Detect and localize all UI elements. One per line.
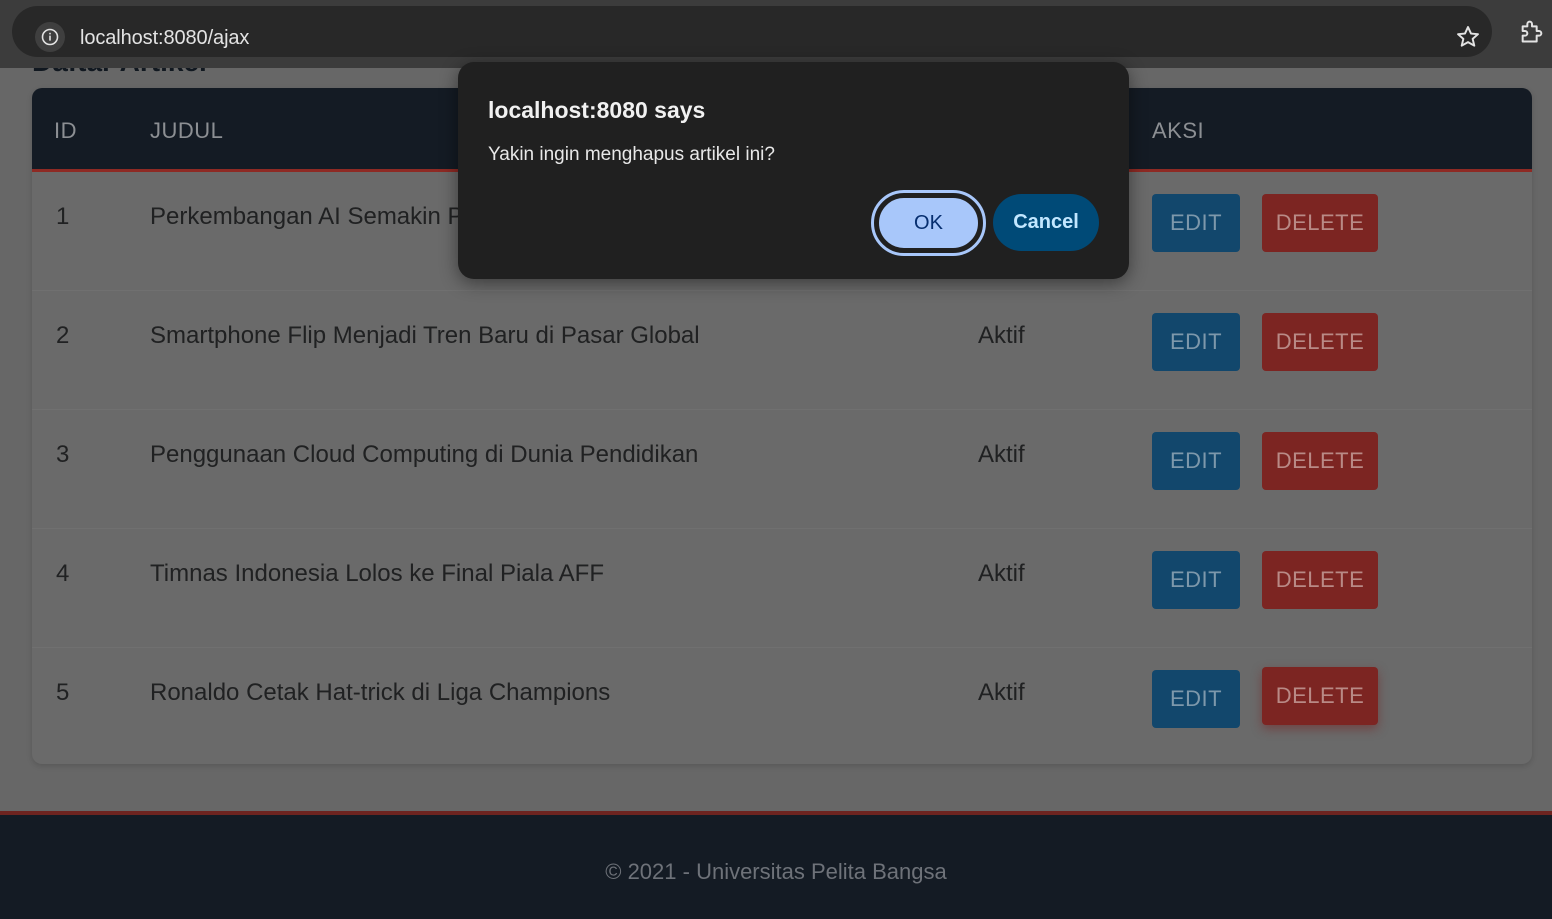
- dialog-message: Yakin ingin menghapus artikel ini?: [488, 144, 775, 165]
- browser-toolbar: localhost:8080/ajax: [0, 0, 1552, 68]
- edit-button[interactable]: EDIT: [1152, 313, 1240, 371]
- page-title: Daftar Artikel: [32, 68, 207, 78]
- ok-button[interactable]: OK: [871, 190, 986, 256]
- delete-button[interactable]: DELETE: [1262, 432, 1378, 490]
- table-row: 5 Ronaldo Cetak Hat-trick di Liga Champi…: [32, 648, 1532, 764]
- cancel-button[interactable]: Cancel: [993, 194, 1099, 251]
- edit-button[interactable]: EDIT: [1152, 551, 1240, 609]
- edit-button[interactable]: EDIT: [1152, 670, 1240, 728]
- extension-icon[interactable]: [1518, 17, 1546, 45]
- cell-judul: Smartphone Flip Menjadi Tren Baru di Pas…: [150, 322, 700, 349]
- confirm-dialog: localhost:8080 says Yakin ingin menghapu…: [458, 62, 1129, 279]
- header-judul: JUDUL: [150, 118, 224, 143]
- cell-id: 1: [56, 203, 70, 230]
- edit-button[interactable]: EDIT: [1152, 432, 1240, 490]
- url-text[interactable]: localhost:8080/ajax: [80, 25, 249, 51]
- address-bar[interactable]: localhost:8080/ajax: [12, 6, 1492, 57]
- footer-text: © 2021 - Universitas Pelita Bangsa: [605, 859, 947, 884]
- cell-judul: Perkembangan AI Semakin Pe: [150, 203, 477, 230]
- edit-button[interactable]: EDIT: [1152, 194, 1240, 252]
- header-aksi: AKSI: [1152, 118, 1205, 143]
- cell-status: Aktif: [978, 322, 1025, 349]
- cell-status: Aktif: [978, 560, 1025, 587]
- cell-judul: Timnas Indonesia Lolos ke Final Piala AF…: [150, 560, 604, 587]
- cell-judul: Ronaldo Cetak Hat-trick di Liga Champion…: [150, 679, 611, 706]
- ok-button-label[interactable]: OK: [877, 196, 980, 250]
- header-id: ID: [54, 118, 77, 143]
- table-row: 2 Smartphone Flip Menjadi Tren Baru di P…: [32, 291, 1532, 410]
- delete-button[interactable]: DELETE: [1262, 313, 1378, 371]
- cell-judul: Penggunaan Cloud Computing di Dunia Pend…: [150, 441, 699, 468]
- footer: © 2021 - Universitas Pelita Bangsa: [0, 811, 1552, 919]
- star-icon[interactable]: [1455, 24, 1481, 50]
- cell-id: 3: [56, 441, 70, 468]
- dialog-title: localhost:8080 says: [488, 97, 706, 123]
- cell-status: Aktif: [978, 679, 1025, 706]
- delete-button[interactable]: DELETE: [1262, 667, 1378, 725]
- cell-id: 4: [56, 560, 70, 587]
- cell-id: 2: [56, 322, 70, 349]
- info-icon[interactable]: [35, 22, 65, 52]
- table-row: 4 Timnas Indonesia Lolos ke Final Piala …: [32, 529, 1532, 648]
- table-row: 3 Penggunaan Cloud Computing di Dunia Pe…: [32, 410, 1532, 529]
- cell-status: Aktif: [978, 441, 1025, 468]
- cell-id: 5: [56, 679, 70, 706]
- delete-button[interactable]: DELETE: [1262, 194, 1378, 252]
- delete-button[interactable]: DELETE: [1262, 551, 1378, 609]
